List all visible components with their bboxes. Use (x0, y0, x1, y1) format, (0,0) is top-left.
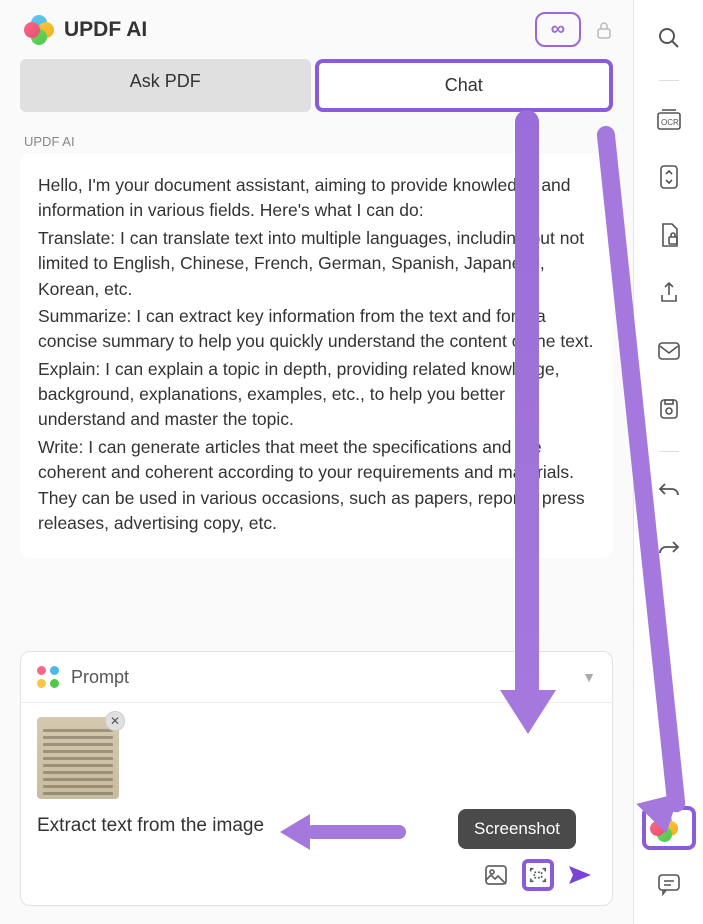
attachment-thumbnail[interactable]: ✕ (37, 717, 119, 799)
tab-ask-pdf[interactable]: Ask PDF (20, 59, 311, 112)
remove-attachment-button[interactable]: ✕ (105, 711, 125, 731)
save-icon[interactable] (649, 389, 689, 429)
svg-text:OCR: OCR (661, 118, 679, 127)
file-lock-icon[interactable] (649, 215, 689, 255)
send-button[interactable] (564, 859, 596, 891)
screenshot-button[interactable] (522, 859, 554, 891)
comment-icon[interactable] (649, 864, 689, 904)
assistant-summarize: Summarize: I can extract key information… (38, 304, 595, 355)
convert-icon[interactable] (649, 157, 689, 197)
tab-chat[interactable]: Chat (315, 59, 614, 112)
share-icon[interactable] (649, 273, 689, 313)
rail-separator (659, 451, 679, 452)
prompt-dots-icon (37, 666, 59, 688)
attachment-image (37, 717, 119, 799)
screenshot-tooltip: Screenshot (458, 809, 576, 849)
assistant-intro: Hello, I'm your document assistant, aimi… (38, 173, 595, 224)
rail-separator (659, 80, 679, 81)
annotation-arrow-icon (515, 110, 539, 710)
chevron-down-icon[interactable]: ▼ (582, 669, 596, 685)
unlimited-button[interactable]: ∞ (535, 12, 581, 47)
image-icon[interactable] (480, 859, 512, 891)
updf-logo-icon (24, 15, 54, 45)
mode-tabs: Ask PDF Chat (0, 59, 633, 112)
ocr-icon[interactable]: OCR (649, 99, 689, 139)
prompt-actions: Screenshot (21, 853, 612, 905)
app-title: UPDF AI (64, 18, 535, 42)
undo-icon[interactable] (649, 470, 689, 510)
assistant-translate: Translate: I can translate text into mul… (38, 226, 595, 302)
header: UPDF AI ∞ (0, 12, 633, 59)
mail-icon[interactable] (649, 331, 689, 371)
search-icon[interactable] (649, 18, 689, 58)
annotation-arrow-icon (280, 820, 410, 842)
annotation-arrow-icon (500, 690, 556, 734)
prompt-title: Prompt (71, 667, 582, 688)
assistant-explain: Explain: I can explain a topic in depth,… (38, 357, 595, 433)
assistant-write: Write: I can generate articles that meet… (38, 435, 595, 537)
lock-icon[interactable] (595, 20, 613, 40)
